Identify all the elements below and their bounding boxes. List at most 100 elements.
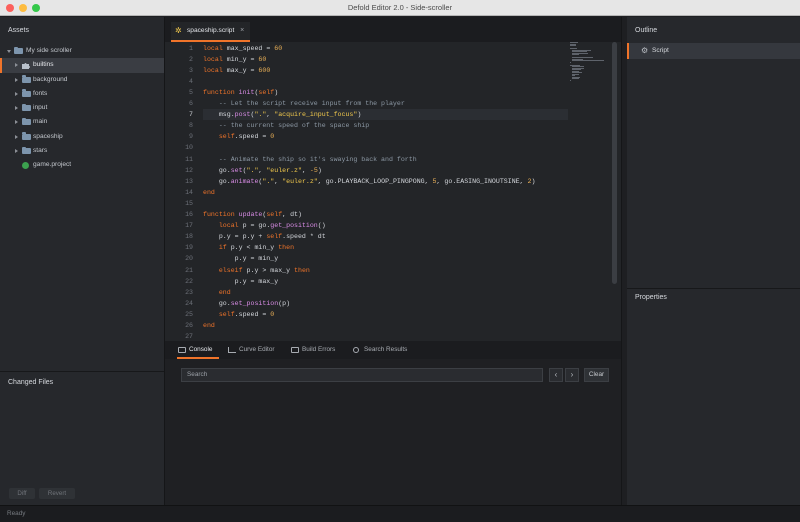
minimap-line [570,61,572,63]
code-token: post [234,111,251,119]
code-editor: ✲ spaceship.script × 1 2 3 4 5 6 7 8 9 10 11 12 13 14… [165,17,621,341]
properties-header: Properties [627,288,800,306]
line-number: 4 [189,77,193,85]
code-line: p.y = min_y [203,253,279,264]
tab-label: Curve Editor [239,346,275,353]
minimap[interactable] [570,42,610,82]
code-token: get_position [270,222,318,230]
chevron-down-icon[interactable] [7,50,11,53]
splitter-right[interactable] [621,17,622,505]
folder-icon [22,132,31,140]
chevron-right-icon[interactable] [15,120,18,125]
chevron-right-icon[interactable] [15,63,18,68]
chevron-right-icon[interactable] [15,106,18,111]
chevron-right-icon[interactable] [15,134,18,139]
line-number: 15 [185,199,193,207]
tree-item-game-project[interactable]: game.project [0,158,164,172]
tree-item-main[interactable]: main [0,115,164,129]
close-icon[interactable]: × [240,27,244,34]
tree-item-fonts[interactable]: fonts [0,87,164,101]
code-token: 60 [274,44,283,52]
line-number: 21 [185,266,193,274]
minimap-line [570,45,577,46]
tree-item-background[interactable]: background [0,73,164,87]
tab-curve-editor[interactable]: Curve Editor [227,341,275,359]
line-number: 1 [189,44,193,52]
tab-label: spaceship.script [187,27,235,34]
folder-icon [22,89,31,97]
line-number: 26 [185,322,193,329]
tab-build-errors[interactable]: Build Errors [290,341,335,359]
code-token: animate [230,177,259,185]
console-search-input[interactable]: Search [181,368,543,382]
gear-icon: ⚙ [641,46,649,55]
code-token: self [258,88,275,96]
line-number: 23 [185,288,193,296]
tree-item-label: background [33,75,68,83]
chevron-right-icon[interactable] [15,91,18,96]
line-number: 11 [185,155,193,163]
editor-scrollbar[interactable] [612,42,617,284]
code-token: go. [203,177,231,185]
line-number-gutter: 1 2 3 4 5 6 7 8 9 10 11 12 13 14 15 16 17 18 19 20 21 22 23 24 2… [165,42,199,341]
tab-spaceship-script[interactable]: ✲ spaceship.script × [171,22,251,42]
code-token: "acquire_input_focus" [274,111,358,119]
search-next-button[interactable]: › [565,368,579,382]
revert-button[interactable]: Revert [39,488,75,499]
tree-item-spaceship[interactable]: spaceship [0,130,164,144]
line-number: 22 [185,277,193,285]
tree-item-root[interactable]: My side scroller [0,44,164,58]
code-token: "." [254,111,267,119]
tree-item-stars[interactable]: stars [0,144,164,158]
code-token: -- Let the script receive input from the… [218,100,405,107]
code-line: go.set(".", "euler.z", -5) [203,165,322,176]
code-token: "." [262,177,275,185]
search-prev-button[interactable]: ‹ [549,368,563,382]
code-line: function update(self, dt) [203,209,302,220]
line-number: 20 [185,255,193,263]
diff-button[interactable]: Diff [9,488,35,499]
outline-item-script[interactable]: ⚙ Script [627,43,800,59]
tab-console[interactable]: Console [177,341,219,359]
code-token: .speed = [234,133,271,141]
gear-icon: ✲ [175,26,182,35]
code-token: p.y > max_y [242,266,295,274]
folder-icon [22,75,31,83]
line-number: 17 [185,222,193,230]
code-token: update [238,211,263,218]
console-icon [178,346,186,353]
code-line: go.set_position(p) [203,298,290,309]
code-token: end [203,322,215,329]
line-number: 16 [185,211,193,218]
clear-button[interactable]: Clear [584,368,609,382]
code-token: .speed = [234,310,271,318]
chevron-right-icon[interactable] [15,77,18,82]
minimap-line [572,54,579,55]
code-token: p = go. [238,222,271,230]
code-line: p.y = p.y + self.speed * dt [203,231,326,242]
code-line: elseif p.y > max_y then [203,265,310,276]
tree-item-label: My side scroller [26,47,72,54]
search-icon [353,346,359,353]
code-token: end [218,288,231,296]
code-token: p.y = min_y [203,255,279,263]
editor-tabbar: ✲ spaceship.script × [165,17,621,42]
code-area[interactable]: local max_speed = 60 local min_y = 60 loca… [203,42,568,341]
code-token: ) [317,166,322,174]
code-line: self.speed = 0 [203,131,274,142]
code-token: self [266,233,283,241]
code-line: msg.post(".", "acquire_input_focus") [203,109,568,121]
tree-item-builtins[interactable]: builtins [0,58,164,73]
tree-item-input[interactable]: input [0,101,164,115]
line-number: 12 [185,166,193,174]
chevron-right-icon[interactable] [15,149,18,154]
line-number: 14 [185,188,193,196]
code-token: -- the current speed of the space ship [218,122,370,130]
tab-search-results[interactable]: Search Results [352,341,407,359]
line-number: 8 [189,122,193,130]
minimap-line [572,78,579,79]
